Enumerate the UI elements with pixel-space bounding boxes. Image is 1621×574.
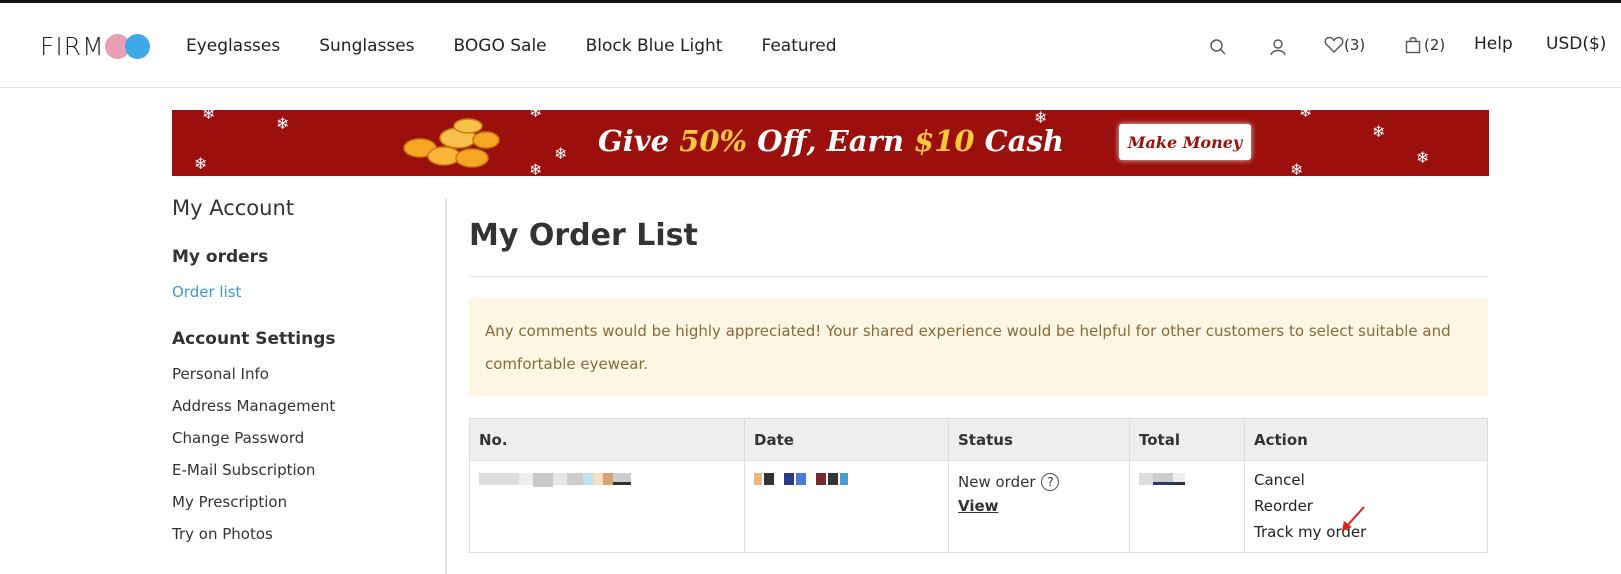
snowflake-icon: ❄ bbox=[554, 144, 568, 163]
sidebar-heading-orders: My orders bbox=[172, 247, 269, 267]
snowflake-icon: ❄ bbox=[202, 110, 216, 123]
wishlist-count: (3) bbox=[1344, 36, 1366, 54]
table-header-row: No. Date Status Total Action bbox=[470, 419, 1487, 461]
site-header: FIRM Eyeglasses Sunglasses BOGO Sale Blo… bbox=[0, 3, 1621, 88]
sidebar-item-personal-info[interactable]: Personal Info bbox=[172, 365, 269, 383]
status-line: New order ? bbox=[958, 473, 1120, 491]
nav-sunglasses[interactable]: Sunglasses bbox=[319, 36, 414, 56]
sidebar-item-my-prescription[interactable]: My Prescription bbox=[172, 493, 287, 511]
snowflake-icon: ❄ bbox=[1290, 160, 1304, 177]
header-no: No. bbox=[470, 419, 745, 460]
banner-text-pct: 50% bbox=[679, 124, 748, 158]
nav-bogo-sale[interactable]: BOGO Sale bbox=[454, 36, 547, 56]
header-action: Action bbox=[1254, 430, 1308, 449]
snowflake-icon: ❄ bbox=[1299, 110, 1313, 121]
redacted-order-number bbox=[479, 473, 735, 487]
wishlist-button[interactable]: (3) bbox=[1324, 36, 1365, 54]
banner-text-cash: Cash bbox=[974, 124, 1064, 158]
main-nav: Eyeglasses Sunglasses BOGO Sale Block Bl… bbox=[186, 36, 876, 56]
snowflake-icon: ❄ bbox=[1416, 148, 1430, 167]
logo-text: FIRM bbox=[40, 31, 105, 61]
order-table: No. Date Status Total Action New order ? bbox=[469, 418, 1488, 553]
annotation-arrow-icon bbox=[1338, 505, 1368, 537]
banner-text-cash-amount: $10 bbox=[914, 124, 975, 158]
order-status: New order bbox=[958, 473, 1036, 491]
logo-dot-blue bbox=[124, 34, 150, 59]
header-total: Total bbox=[1130, 419, 1245, 460]
nav-featured[interactable]: Featured bbox=[761, 36, 836, 56]
redacted-order-total bbox=[1139, 473, 1235, 485]
sidebar-item-try-on-photos[interactable]: Try on Photos bbox=[172, 525, 273, 543]
sidebar-item-email-subscription[interactable]: E-Mail Subscription bbox=[172, 461, 315, 479]
table-row: New order ? View Cancel Reorder Track my… bbox=[470, 461, 1487, 552]
coins-icon bbox=[402, 118, 502, 174]
page-title: My Order List bbox=[469, 218, 698, 253]
sidebar-divider bbox=[445, 198, 447, 574]
sidebar-item-address-management[interactable]: Address Management bbox=[172, 397, 335, 415]
snowflake-icon: ❄ bbox=[276, 114, 290, 133]
currency-selector[interactable]: USD($) bbox=[1546, 34, 1606, 54]
redacted-order-date bbox=[754, 473, 939, 485]
snowflake-icon: ❄ bbox=[529, 110, 543, 121]
sidebar-heading-account-settings: Account Settings bbox=[172, 329, 336, 349]
view-order-link[interactable]: View bbox=[958, 497, 999, 515]
logo-dots bbox=[104, 33, 151, 59]
search-icon[interactable] bbox=[1209, 38, 1227, 56]
cart-button[interactable]: (2) bbox=[1405, 36, 1445, 54]
promo-banner[interactable]: ❄ ❄ ❄ ❄ ❄ ❄ ❄ ❄ ❄ ❄ ❄ Give 50% Off, Earn… bbox=[172, 110, 1489, 176]
header-status: Status bbox=[949, 419, 1130, 460]
help-question-icon[interactable]: ? bbox=[1041, 473, 1060, 491]
banner-headline: Give 50% Off, Earn $10 Cash bbox=[598, 124, 1064, 158]
snowflake-icon: ❄ bbox=[529, 160, 543, 177]
nav-eyeglasses[interactable]: Eyeglasses bbox=[186, 36, 280, 56]
order-status-cell: New order ? View bbox=[949, 461, 1130, 552]
snowflake-icon: ❄ bbox=[1372, 122, 1386, 141]
sidebar-item-change-password[interactable]: Change Password bbox=[172, 429, 304, 447]
title-divider bbox=[469, 276, 1488, 277]
order-number-cell bbox=[470, 461, 745, 552]
header-date: Date bbox=[745, 419, 949, 460]
cancel-order-link[interactable]: Cancel bbox=[1254, 467, 1478, 493]
order-total-cell bbox=[1130, 461, 1245, 552]
logo[interactable]: FIRM bbox=[40, 31, 151, 61]
nav-block-blue-light[interactable]: Block Blue Light bbox=[586, 36, 723, 56]
notice-box: Any comments would be highly appreciated… bbox=[469, 298, 1488, 396]
snowflake-icon: ❄ bbox=[194, 154, 208, 173]
sidebar-title: My Account bbox=[172, 196, 295, 220]
user-icon[interactable] bbox=[1269, 38, 1287, 56]
sidebar-item-order-list[interactable]: Order list bbox=[172, 283, 241, 301]
heart-icon bbox=[1324, 36, 1344, 54]
banner-text-off: Off, Earn bbox=[747, 124, 915, 158]
banner-text-give: Give bbox=[598, 124, 680, 158]
bag-icon bbox=[1405, 36, 1421, 54]
help-link[interactable]: Help bbox=[1474, 34, 1513, 54]
cart-count: (2) bbox=[1424, 36, 1446, 54]
order-date-cell bbox=[745, 461, 949, 552]
make-money-button[interactable]: Make Money bbox=[1119, 124, 1251, 160]
